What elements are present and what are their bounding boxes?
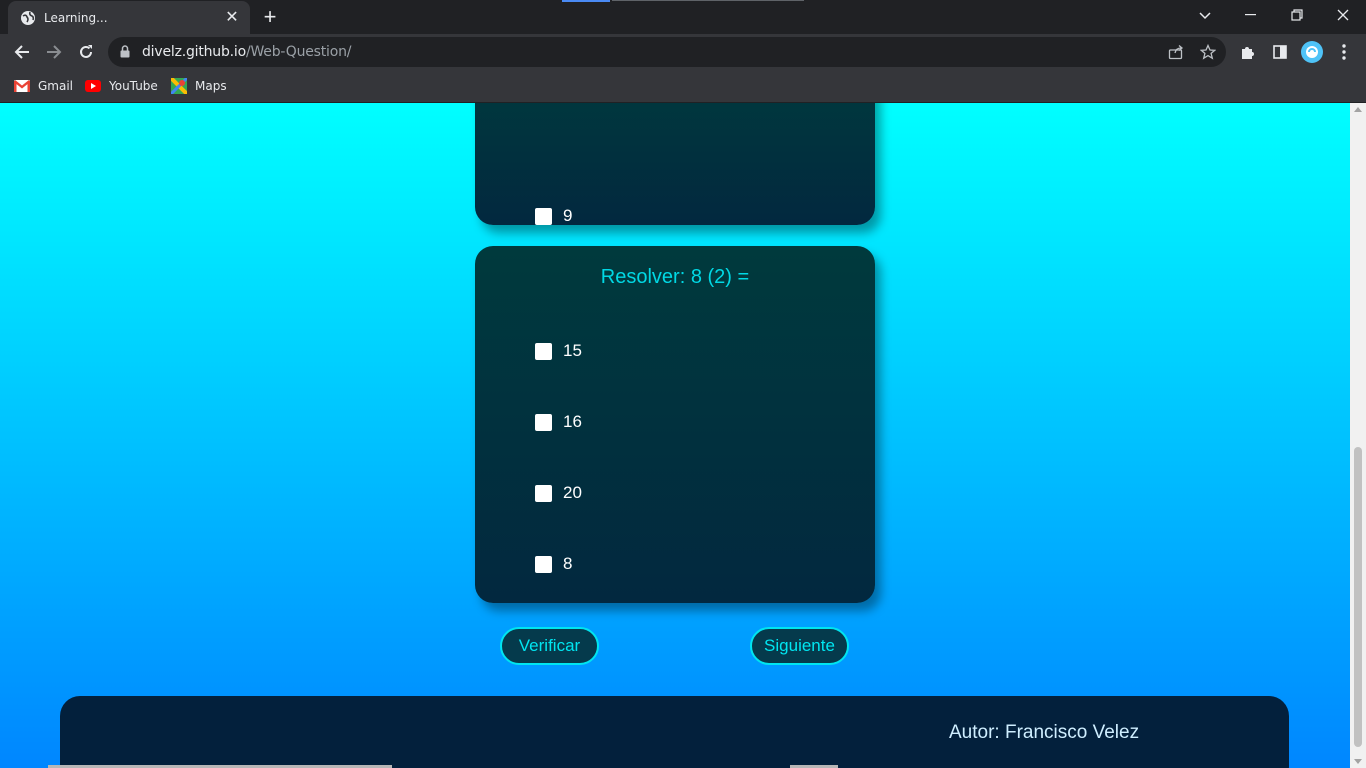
tab-close-icon[interactable]: ✕ (222, 8, 242, 28)
question-card: Resolver: 8 (2) = 15 16 20 8 (475, 246, 875, 603)
bookmark-maps[interactable]: Maps (171, 76, 227, 96)
tab-strip: Learning... ✕ + (0, 0, 1366, 34)
answer-label: 9 (563, 206, 573, 225)
bookmark-youtube[interactable]: YouTube (85, 76, 158, 96)
url-text: divelz.github.io/Web-Question/ (142, 44, 352, 60)
answer-label: 20 (563, 483, 582, 502)
scroll-down-arrow-icon[interactable] (1354, 759, 1362, 764)
question-card-previous: 9 18 (475, 103, 875, 296)
browser-tab[interactable]: Learning... ✕ (8, 1, 250, 34)
answer-label: 16 (563, 412, 582, 431)
profile-avatar[interactable] (1298, 38, 1326, 66)
bookmark-gmail[interactable]: Gmail (14, 76, 73, 96)
tab-title: Learning... (44, 10, 108, 25)
page-viewport: 9 18 Resolver: 8 (2) = 15 16 20 8 Verifi… (0, 103, 1366, 768)
url-path: /Web-Question/ (245, 44, 352, 60)
maps-icon (171, 78, 187, 94)
loading-indicator (562, 0, 610, 2)
address-bar[interactable]: divelz.github.io/Web-Question/ (108, 37, 1226, 67)
answer-label: 15 (563, 341, 582, 360)
page-footer: Autor: Francisco Velez (60, 696, 1289, 768)
question-text: Resolver: 8 (2) = (600, 266, 750, 288)
next-button[interactable]: Siguiente (750, 627, 849, 665)
answer-checkbox[interactable] (535, 555, 552, 573)
forward-arrow-icon[interactable] (40, 38, 68, 66)
answer-option[interactable]: 16 (535, 412, 582, 432)
reload-icon[interactable] (72, 38, 100, 66)
new-tab-button[interactable]: + (258, 6, 282, 30)
bookmark-star-icon[interactable] (1199, 43, 1217, 61)
answer-option[interactable]: 8 (535, 554, 572, 574)
share-icon[interactable] (1167, 43, 1185, 61)
close-window-icon[interactable] (1320, 0, 1366, 30)
page-scrollbar[interactable] (1350, 103, 1366, 768)
restore-icon[interactable] (1274, 0, 1320, 30)
answer-checkbox[interactable] (535, 484, 552, 502)
youtube-icon (85, 78, 101, 94)
browser-menu-icon[interactable] (1330, 38, 1358, 66)
bookmark-label: YouTube (109, 79, 158, 93)
back-arrow-icon[interactable] (8, 38, 36, 66)
browser-toolbar: divelz.github.io/Web-Question/ (0, 34, 1366, 70)
gmail-icon (14, 78, 30, 94)
minimize-icon[interactable] (1228, 0, 1274, 30)
globe-icon (20, 10, 36, 26)
answer-checkbox[interactable] (535, 413, 552, 431)
lock-icon (120, 45, 130, 63)
verify-button[interactable]: Verificar (500, 627, 599, 665)
extensions-puzzle-icon[interactable] (1234, 38, 1262, 66)
answer-option[interactable]: 15 (535, 341, 582, 361)
answer-option[interactable]: 20 (535, 483, 582, 503)
answer-option[interactable]: 9 (535, 206, 572, 226)
bookmark-label: Gmail (38, 79, 74, 93)
url-host: divelz.github.io (142, 44, 246, 60)
answer-checkbox[interactable] (535, 207, 552, 225)
answer-checkbox[interactable] (535, 342, 552, 360)
side-panel-icon[interactable] (1266, 38, 1294, 66)
tab-search-chevron-icon[interactable] (1194, 5, 1216, 27)
footer-author: Autor: Francisco Velez (949, 722, 1140, 743)
answer-label: 8 (563, 554, 573, 573)
tab-strip-divider (612, 0, 804, 1)
bookmark-label: Maps (195, 79, 227, 93)
bookmarks-bar: Gmail YouTube Maps (0, 70, 1366, 103)
scroll-up-arrow-icon[interactable] (1354, 107, 1362, 112)
scrollbar-thumb[interactable] (1354, 447, 1362, 747)
